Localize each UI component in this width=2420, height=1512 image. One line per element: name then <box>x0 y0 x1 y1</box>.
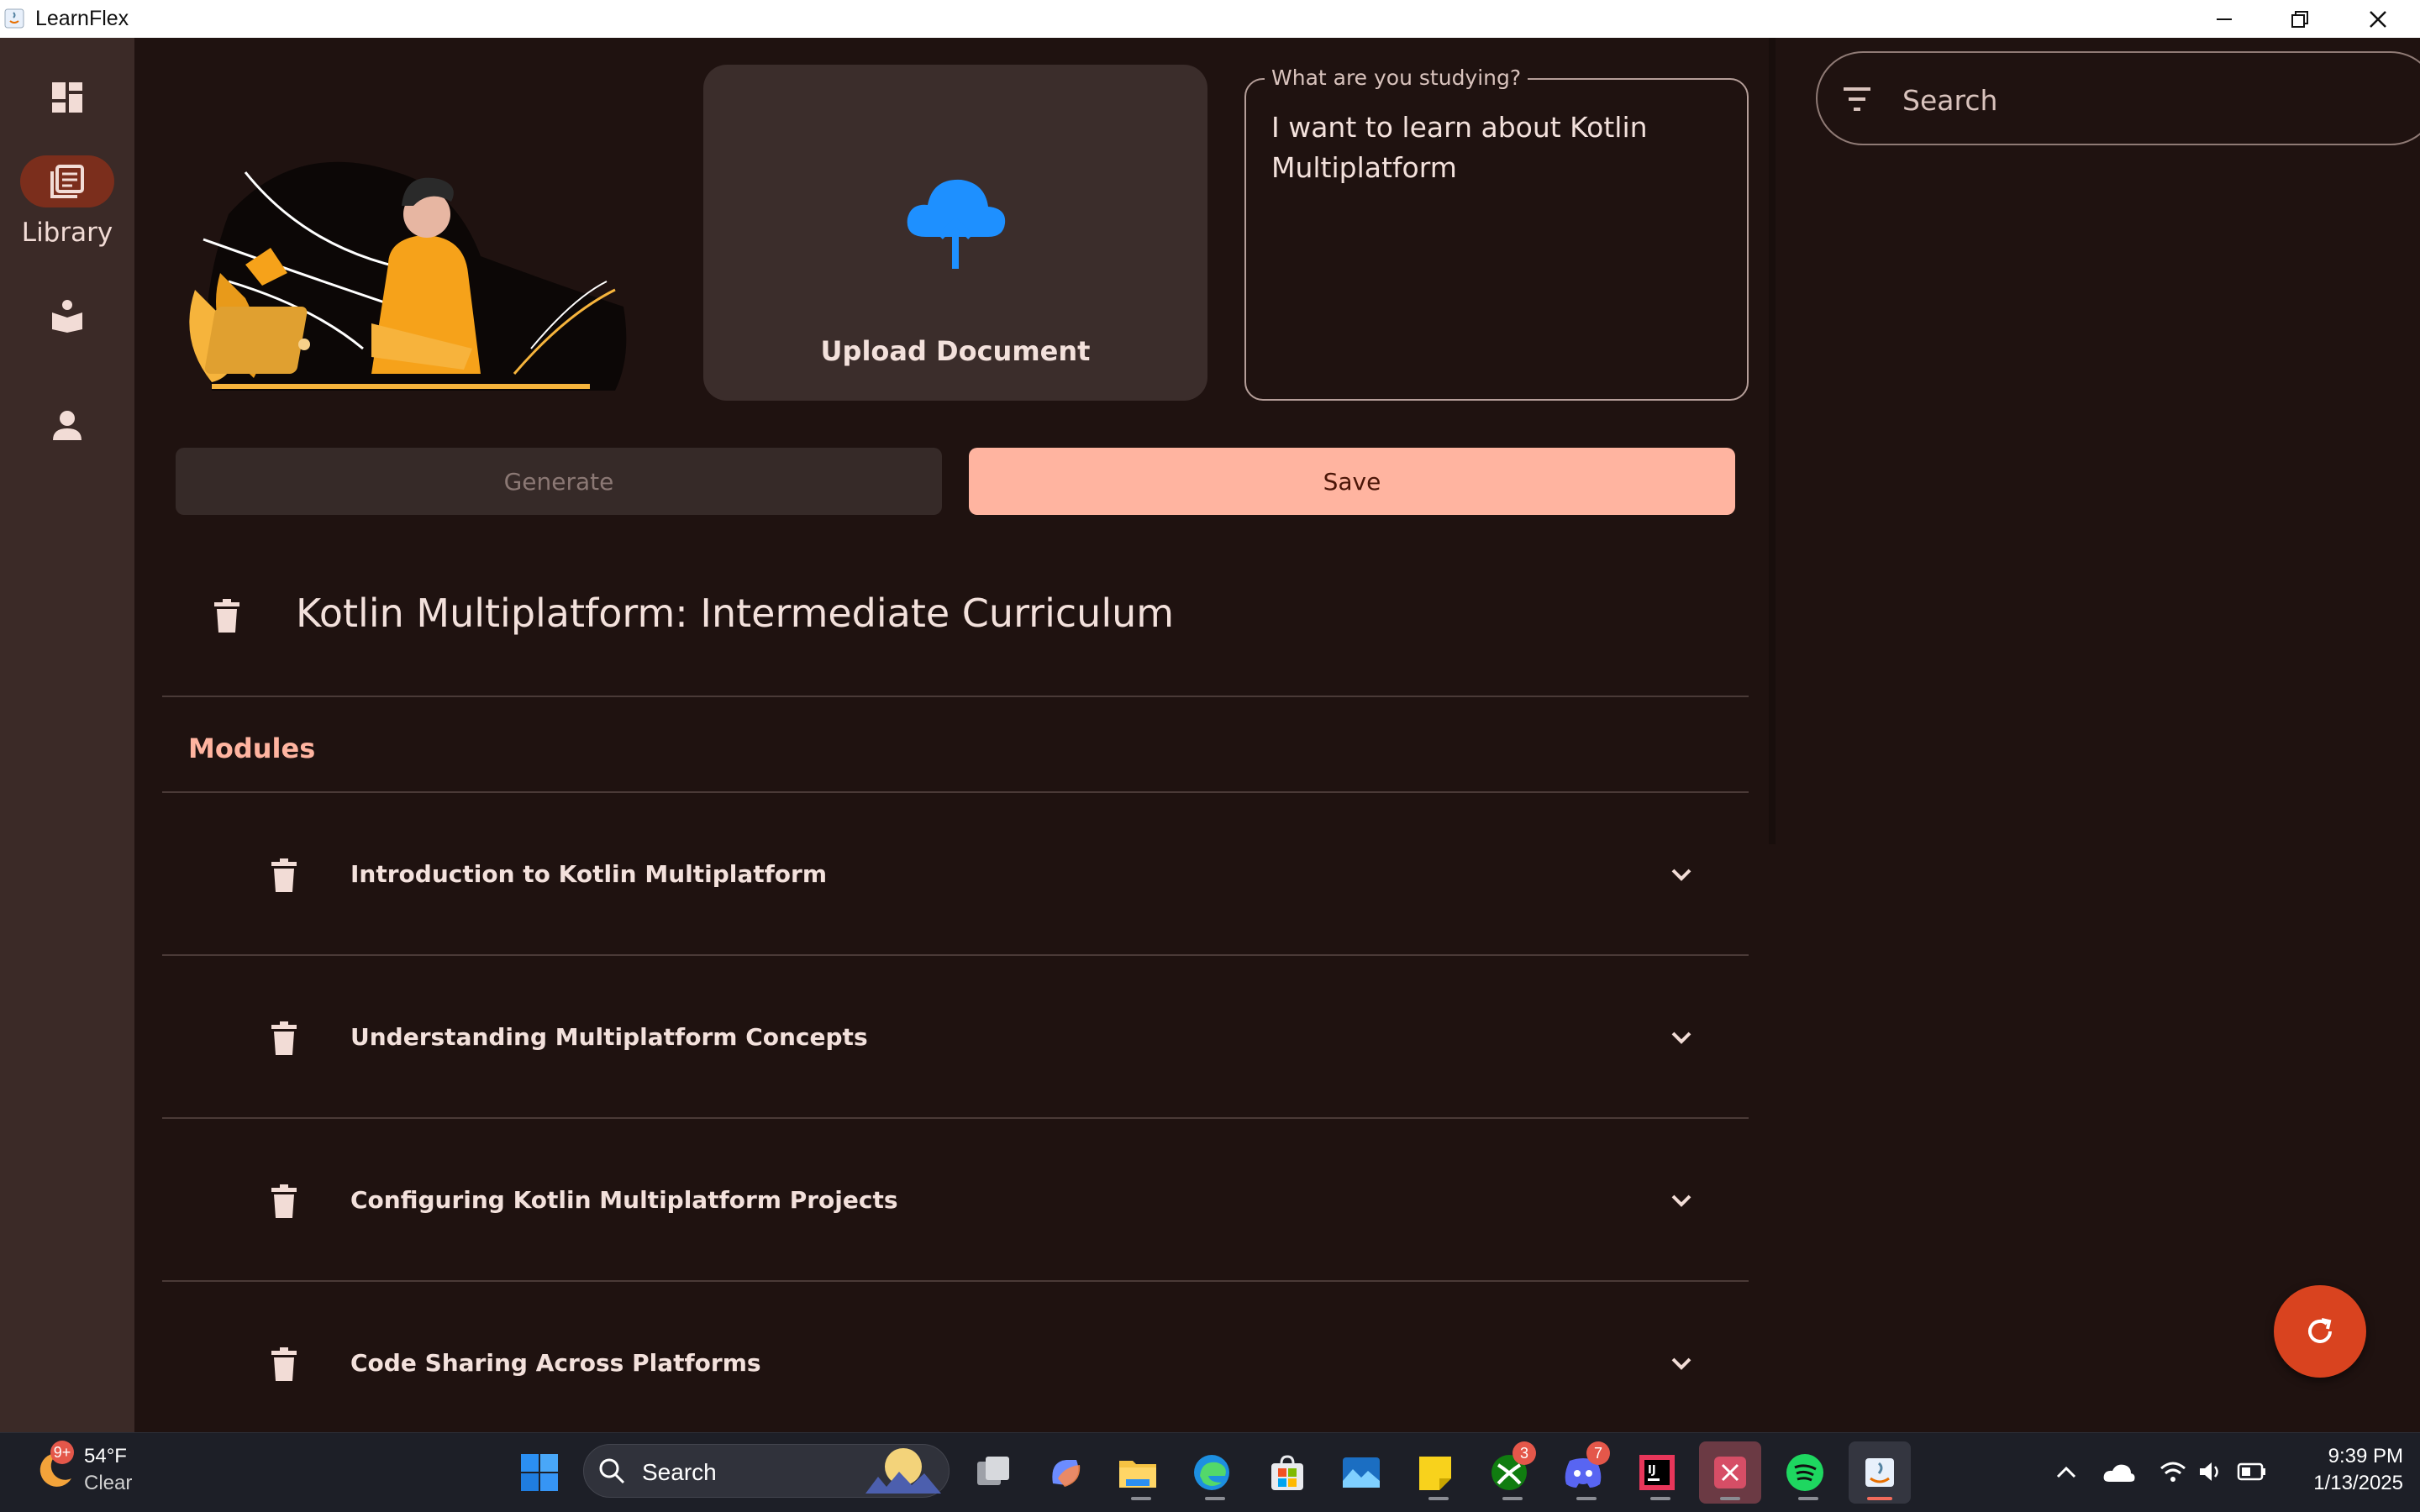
expand-module-button[interactable] <box>1668 1025 1695 1055</box>
module-title: Introduction to Kotlin Multiplatform <box>350 860 828 888</box>
rail-item-study[interactable] <box>0 290 134 342</box>
chevron-down-icon <box>1671 869 1691 881</box>
running-indicator <box>1798 1497 1818 1500</box>
upload-document-label: Upload Document <box>820 335 1091 367</box>
java-app-icon <box>3 8 25 29</box>
module-row[interactable]: Understanding Multiplatform Concepts <box>162 956 1749 1117</box>
onedrive-cloud-icon[interactable] <box>2102 1460 2136 1488</box>
taskbar-search-label: Search <box>642 1459 717 1485</box>
expand-module-button[interactable] <box>1668 1188 1695 1218</box>
chevron-down-icon <box>1671 1357 1691 1370</box>
chevron-up-icon[interactable] <box>2054 1460 2079 1488</box>
sticky-notes-icon[interactable] <box>1412 1449 1459 1496</box>
navigation-rail: Library <box>0 38 134 1432</box>
library-icon <box>20 155 114 207</box>
copilot-icon[interactable] <box>1042 1449 1089 1496</box>
running-indicator <box>1720 1497 1740 1500</box>
active-indicator <box>1867 1497 1892 1500</box>
delete-module-button[interactable] <box>271 1184 297 1221</box>
minimize-button[interactable] <box>2186 0 2262 38</box>
pane-separator[interactable] <box>1769 38 1776 844</box>
refresh-icon <box>2308 1318 2332 1343</box>
microsoft-store-icon[interactable] <box>1264 1449 1311 1496</box>
rail-item-library[interactable]: Library <box>0 155 134 248</box>
wifi-icon[interactable] <box>2158 1457 2188 1490</box>
generate-button[interactable]: Generate <box>176 448 942 515</box>
expand-module-button[interactable] <box>1668 1351 1695 1381</box>
trash-icon <box>271 858 297 892</box>
delete-module-button[interactable] <box>271 858 297 895</box>
running-indicator <box>1502 1497 1523 1500</box>
task-view-icon[interactable] <box>970 1449 1017 1496</box>
trash-icon <box>271 1021 297 1055</box>
trash-icon <box>271 1184 297 1218</box>
java-app-taskbar-icon[interactable] <box>1849 1441 1911 1504</box>
discord-badge: 7 <box>1586 1441 1610 1465</box>
search-placeholder: Search <box>1902 84 1998 117</box>
delete-module-button[interactable] <box>271 1347 297 1384</box>
rail-label-library: Library <box>21 218 113 248</box>
running-indicator <box>1205 1497 1225 1500</box>
module-title: Understanding Multiplatform Concepts <box>350 1023 868 1051</box>
delete-module-button[interactable] <box>271 1021 297 1058</box>
weather-condition: Clear <box>84 1472 133 1494</box>
file-explorer-icon[interactable] <box>1114 1449 1161 1496</box>
start-windows-icon[interactable] <box>516 1449 563 1496</box>
svg-text:IJ: IJ <box>1648 1464 1656 1477</box>
module-row[interactable]: Configuring Kotlin Multiplatform Project… <box>162 1119 1749 1280</box>
volume-icon[interactable] <box>2196 1458 2225 1488</box>
window-title-bar: LearnFlex <box>0 0 2420 38</box>
right-pane <box>1776 38 2420 1432</box>
close-button[interactable] <box>2340 0 2416 38</box>
reading-book-icon <box>20 290 114 342</box>
expand-module-button[interactable] <box>1668 862 1695 892</box>
window-title: LearnFlex <box>35 7 129 30</box>
search-icon <box>598 1457 625 1488</box>
running-indicator <box>1650 1497 1670 1500</box>
rail-item-profile[interactable] <box>0 399 134 451</box>
delete-course-button[interactable] <box>214 599 239 636</box>
intellij-icon[interactable]: IJ <box>1634 1449 1681 1496</box>
running-indicator <box>1131 1497 1151 1500</box>
weather-badge: 9+ <box>50 1441 74 1464</box>
chevron-down-icon <box>1671 1194 1691 1207</box>
running-indicator <box>1428 1497 1449 1500</box>
spotify-icon[interactable] <box>1781 1449 1828 1496</box>
trash-icon <box>214 599 239 633</box>
course-title: Kotlin Multiplatform: Intermediate Curri… <box>296 591 1175 636</box>
module-row[interactable]: Code Sharing Across Platforms <box>162 1282 1749 1432</box>
running-indicator <box>1576 1497 1597 1500</box>
search-highlight-image <box>865 1446 941 1497</box>
trash-icon <box>271 1347 297 1381</box>
module-title: Code Sharing Across Platforms <box>350 1349 761 1377</box>
person-icon <box>20 399 114 451</box>
filter-icon[interactable] <box>1840 84 1874 118</box>
xbox-badge: 3 <box>1512 1441 1536 1465</box>
edge-browser-icon[interactable] <box>1188 1449 1235 1496</box>
weather-temp: 54°F <box>84 1445 127 1467</box>
rail-item-dashboard[interactable] <box>0 71 134 123</box>
cloud-upload-icon <box>901 170 1010 282</box>
photos-icon[interactable] <box>1338 1449 1385 1496</box>
modules-heading: Modules <box>188 732 316 764</box>
study-topic-value[interactable]: I want to learn about Kotlin Multiplatfo… <box>1271 108 1725 188</box>
upload-document-card[interactable]: Upload Document <box>703 65 1207 401</box>
restore-button[interactable] <box>2262 0 2338 38</box>
student-laptop-illustration <box>178 139 632 395</box>
divider <box>162 696 1749 697</box>
study-topic-label: What are you studying? <box>1265 66 1528 90</box>
module-title: Configuring Kotlin Multiplatform Project… <box>350 1186 898 1214</box>
battery-icon[interactable] <box>2237 1462 2267 1485</box>
module-row[interactable]: Introduction to Kotlin Multiplatform <box>162 793 1749 954</box>
clock-date[interactable]: 1/13/2025 <box>2286 1472 2403 1495</box>
snipping-tool-icon[interactable] <box>1699 1441 1761 1504</box>
dashboard-icon <box>20 71 114 123</box>
chevron-down-icon <box>1671 1032 1691 1044</box>
refresh-button[interactable] <box>2274 1285 2366 1378</box>
save-button[interactable]: Save <box>969 448 1735 515</box>
clock-time[interactable]: 9:39 PM <box>2302 1445 2403 1468</box>
